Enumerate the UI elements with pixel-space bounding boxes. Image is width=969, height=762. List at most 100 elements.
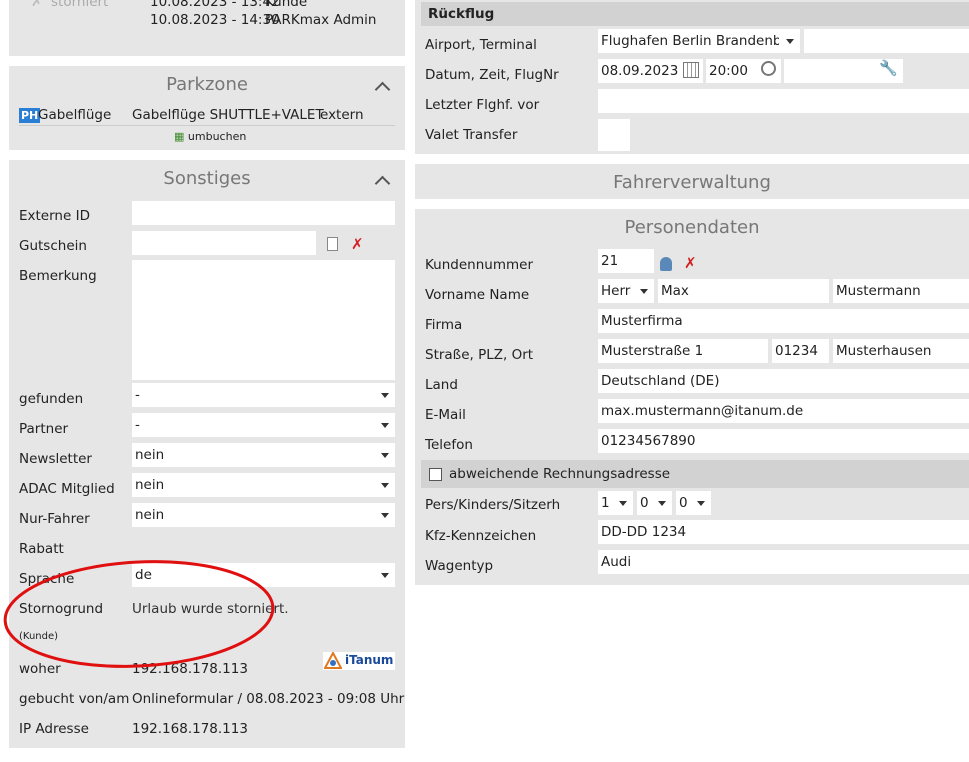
adac-select[interactable]: nein [132,473,395,497]
rueckflug-header [421,2,969,26]
kundennummer-input[interactable]: 21 [598,249,654,273]
letzter-input[interactable] [598,89,969,113]
adac-value: nein [135,477,165,493]
externe-id-input[interactable] [132,201,395,225]
parkzone-type: extern [320,107,364,123]
rueckflug-title: Rückflug [428,6,495,22]
anrede-value: Herr [601,283,631,299]
name-label: Vorname Name [425,287,530,303]
history-date-1: 10.08.2023 - 13:42 [150,0,280,10]
newsletter-label: Newsletter [19,451,92,467]
rebook-button[interactable]: ▦ umbuchen [174,130,246,143]
bemerkung-textarea[interactable] [132,260,395,380]
chevron-down-icon [658,501,666,506]
abweichende-rechnungsadresse-row[interactable]: abweichende Rechnungsadresse [421,460,969,488]
history-by-2: PARKmax Admin [265,12,377,28]
sonstiges-title: Sonstiges [163,168,251,189]
rebook-label: umbuchen [187,130,247,143]
chevron-down-icon [619,501,627,506]
adac-label: ADAC Mitglied [19,481,115,497]
abweichend-checkbox[interactable] [429,468,442,481]
terminal-input[interactable] [804,29,969,53]
anrede-select[interactable]: Herr [598,279,654,303]
bemerkung-label: Bemerkung [19,268,97,284]
firma-input[interactable]: Musterfirma [598,309,969,333]
partner-value: - [135,417,140,433]
parkzone-title: Parkzone [166,74,248,95]
gefunden-select[interactable]: - [132,383,395,407]
delete-icon[interactable]: ✗ [351,235,364,253]
gebucht-label: gebucht von/am [19,691,130,707]
itanum-logo-text: iTanum [345,653,394,667]
chevron-down-icon [381,393,389,398]
ip-label: IP Adresse [19,721,89,737]
partner-select[interactable]: - [132,413,395,437]
cancel-icon: ✗ [31,0,43,10]
chevron-down-icon [381,513,389,518]
chevron-down-icon [381,453,389,458]
wagentyp-input[interactable]: Audi [598,550,969,574]
ort-input[interactable]: Musterhausen [833,339,969,363]
time-value: 20:00 [709,63,748,79]
clock-icon[interactable] [761,61,776,76]
history-date-2: 10.08.2023 - 14:30 [150,12,280,28]
firma-label: Firma [425,317,463,333]
partner-label: Partner [19,421,69,437]
kinder-select[interactable]: 0 [637,491,672,515]
telefon-input[interactable]: 01234567890 [598,429,969,453]
flight-number-input[interactable]: 🔧 [784,59,903,83]
wrench-icon[interactable]: 🔧 [879,59,898,77]
externe-id-label: Externe ID [19,208,90,224]
pers-select[interactable]: 1 [598,491,633,515]
newsletter-select[interactable]: nein [132,443,395,467]
gefunden-value: - [135,387,140,403]
kundennummer-label: Kundennummer [425,257,533,273]
email-label: E-Mail [425,407,466,423]
ip-value: 192.168.178.113 [132,721,248,737]
fahrerverwaltung-panel[interactable]: Fahrerverwaltung [415,164,969,199]
gutschein-label: Gutschein [19,238,87,254]
abweichend-label: abweichende Rechnungsadresse [449,466,671,482]
nur-fahrer-value: nein [135,507,165,523]
time-input[interactable]: 20:00 [706,59,781,83]
date-input[interactable]: 08.09.2023 [598,59,703,83]
kinder-value: 0 [640,495,649,511]
itanum-logo-mark [324,652,342,669]
land-label: Land [425,377,458,393]
user-icon[interactable] [660,257,672,271]
itanum-logo: iTanum [323,652,395,670]
fahrerverwaltung-title: Fahrerverwaltung [613,172,771,193]
plz-input[interactable]: 01234 [772,339,829,363]
parkzone-name: Gabelflüge [38,107,112,123]
vorname-input[interactable]: Max [658,279,829,303]
strasse-input[interactable]: Musterstraße 1 [598,339,768,363]
gutschein-input[interactable] [132,231,316,255]
chevron-down-icon [786,39,794,44]
kfz-label: Kfz-Kennzeichen [425,528,537,544]
status-text: storniert [51,0,109,10]
grid-icon: ▦ [174,130,185,143]
parkzone-product: Gabelflüge SHUTTLE+VALET [132,107,324,123]
parkzone-panel: Parkzone PH Gabelflüge Gabelflüge SHUTTL… [9,66,405,150]
calendar-icon[interactable] [683,62,699,78]
airport-label: Airport, Terminal [425,37,537,53]
document-icon[interactable] [327,237,338,251]
rabatt-label: Rabatt [19,541,64,557]
datum-label: Datum, Zeit, FlugNr [425,67,559,83]
valet-label: Valet Transfer [425,127,518,143]
email-field[interactable]: max.mustermann@itanum.de [598,399,969,423]
airport-select[interactable]: Flughafen Berlin Brandenbu [598,29,800,53]
sitz-select[interactable]: 0 [676,491,711,515]
valet-checkbox[interactable] [598,119,630,151]
status-history-panel: ✗ storniert 10.08.2023 - 13:42 Kunde 10.… [9,0,405,56]
nachname-input[interactable]: Mustermann [833,279,969,303]
gefunden-label: gefunden [19,391,84,407]
user-delete-icon[interactable]: ✗ [684,254,697,272]
airport-value: Flughafen Berlin Brandenbu [601,33,779,49]
land-input[interactable]: Deutschland (DE) [598,369,969,393]
nur-fahrer-select[interactable]: nein [132,503,395,527]
kfz-input[interactable]: DD-DD 1234 [598,520,969,544]
nur-fahrer-label: Nur-Fahrer [19,511,90,527]
pers-value: 1 [601,495,610,511]
newsletter-value: nein [135,447,165,463]
